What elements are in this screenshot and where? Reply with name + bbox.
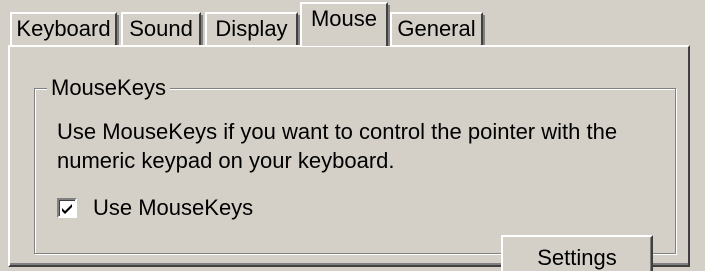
mousekeys-description: Use MouseKeys if you want to control the… <box>57 119 618 173</box>
tab-sound-label: Sound <box>129 16 193 41</box>
settings-button[interactable]: Settings <box>501 235 653 271</box>
use-mousekeys-checkbox[interactable] <box>57 198 77 218</box>
mousekeys-groupbox: MouseKeys Use MouseKeys if you want to c… <box>34 75 676 271</box>
tab-display-label: Display <box>215 16 288 41</box>
tab-mouse[interactable]: Mouse <box>300 2 390 46</box>
tab-general-label: General <box>397 16 476 41</box>
tab-sound[interactable]: Sound <box>121 12 203 46</box>
tab-keyboard-label: Keyboard <box>16 16 111 41</box>
mouse-tab-panel: MouseKeys Use MouseKeys if you want to c… <box>8 45 690 271</box>
tab-general[interactable]: General <box>390 12 485 46</box>
tab-mouse-label: Mouse <box>310 6 378 31</box>
tab-keyboard[interactable]: Keyboard <box>10 12 119 46</box>
use-mousekeys-label[interactable]: Use MouseKeys <box>93 195 253 221</box>
use-mousekeys-row[interactable]: Use MouseKeys <box>57 194 253 222</box>
checkmark-icon <box>62 204 72 214</box>
accessibility-options-dialog: Keyboard Sound Display Mouse General Mou… <box>0 0 705 271</box>
tab-display[interactable]: Display <box>205 12 300 46</box>
mousekeys-group-title: MouseKeys <box>47 75 170 101</box>
